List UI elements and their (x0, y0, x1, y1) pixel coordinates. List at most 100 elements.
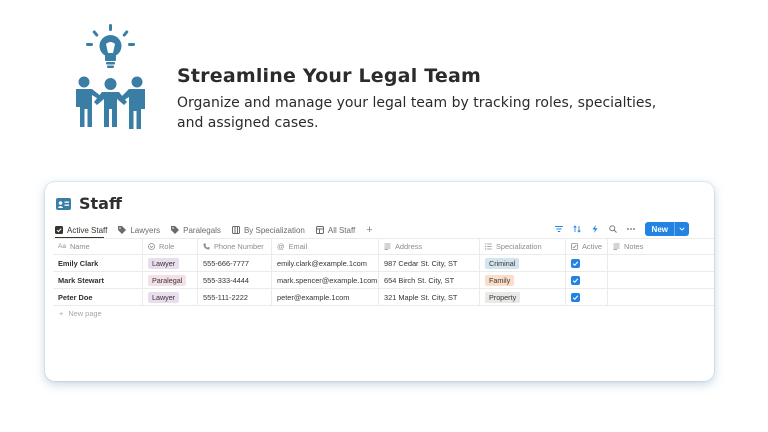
cell-address[interactable]: 321 Maple St. City, ST (379, 289, 480, 305)
new-page-label: New page (68, 309, 102, 318)
checkmark-icon (572, 260, 579, 266)
add-view-button[interactable]: + (366, 225, 372, 236)
column-label: Specialization (496, 242, 542, 251)
cell-role[interactable]: Lawyer (143, 289, 198, 305)
automation-button[interactable] (591, 225, 599, 233)
select-property-icon (148, 243, 155, 250)
cell-notes[interactable] (608, 272, 714, 288)
search-icon (608, 225, 617, 233)
sort-icon (572, 225, 581, 233)
tab-label: Active Staff (67, 225, 108, 235)
column-header-name[interactable]: Aa Name (53, 239, 143, 254)
text-lines-icon (613, 243, 620, 250)
checkmark-icon (572, 277, 579, 283)
role-tag: Lawyer (148, 291, 180, 303)
cell-name[interactable]: Emily Clark (53, 255, 143, 271)
checkbox-property-icon (571, 243, 578, 250)
role-tag: Lawyer (148, 257, 180, 269)
tab-label: Lawyers (130, 225, 161, 235)
tag-icon (171, 226, 180, 234)
tab-all-staff[interactable]: All Staff (315, 223, 356, 237)
cell-phone[interactable]: 555-666-7777 (198, 255, 272, 271)
column-label: Email (288, 242, 308, 251)
tab-label: All Staff (327, 225, 356, 235)
cell-notes[interactable] (608, 289, 714, 305)
column-header-specialization[interactable]: Specialization (480, 239, 566, 254)
column-header-email[interactable]: @ Email (272, 239, 379, 254)
sort-button[interactable] (572, 225, 581, 233)
cell-email[interactable]: mark.spencer@example.1com (272, 272, 379, 288)
cell-role[interactable]: Paralegal (143, 272, 198, 288)
role-tag: Paralegal (148, 274, 187, 286)
cell-notes[interactable] (608, 255, 714, 271)
list-icon (485, 243, 492, 250)
new-button-label: New (651, 224, 668, 234)
cell-active[interactable] (566, 255, 608, 271)
checkmark-icon (572, 294, 579, 300)
column-label: Active (582, 242, 603, 251)
column-header-active[interactable]: Active (566, 239, 608, 254)
hero-title: Streamline Your Legal Team (177, 65, 481, 87)
column-label: Address (395, 242, 423, 251)
tab-active-staff[interactable]: Active Staff (55, 223, 107, 237)
filter-button[interactable] (554, 225, 563, 233)
text-lines-icon (384, 243, 391, 250)
cell-role[interactable]: Lawyer (143, 255, 198, 271)
cell-phone[interactable]: 555-333-4444 (198, 272, 272, 288)
table-header: Aa Name Role Phone Number @ Email Addres… (53, 238, 714, 255)
table-row[interactable]: Emily Clark Lawyer 555-666-7777 emily.cl… (53, 255, 714, 272)
column-label: Name (69, 242, 90, 251)
team-idea-icon (76, 24, 145, 129)
cell-address[interactable]: 654 Birch St. City, ST (379, 272, 480, 288)
new-button[interactable]: New (644, 222, 689, 236)
tab-by-specialization[interactable]: By Specialization (231, 223, 305, 237)
lightning-icon (592, 225, 598, 233)
more-icon (626, 228, 635, 230)
cell-active[interactable] (566, 272, 608, 288)
database-card: Staff Active Staff Lawyers Paralegals By… (45, 182, 714, 381)
cell-specialization[interactable]: Criminal (480, 255, 566, 271)
tab-paralegals[interactable]: Paralegals (171, 223, 221, 237)
new-page-button[interactable]: + New page (59, 309, 102, 318)
table-row[interactable]: Mark Stewart Paralegal 555-333-4444 mark… (53, 272, 714, 289)
column-header-role[interactable]: Role (143, 239, 198, 254)
active-checkbox[interactable] (571, 292, 580, 302)
database-title-text: Staff (79, 194, 122, 213)
tab-label: By Specialization (243, 225, 305, 235)
more-button[interactable] (626, 225, 635, 233)
column-label: Phone Number (214, 242, 264, 251)
specialization-tag: Criminal (485, 257, 520, 269)
column-header-notes[interactable]: Notes (608, 239, 714, 254)
view-tabs: Active Staff Lawyers Paralegals By Speci… (55, 223, 373, 237)
new-options-button[interactable] (674, 222, 689, 236)
cell-email[interactable]: emily.clark@example.1com (272, 255, 379, 271)
column-label: Role (159, 242, 175, 251)
column-label: Notes (624, 242, 644, 251)
active-checkbox[interactable] (571, 275, 580, 285)
checkbox-icon (55, 226, 63, 234)
column-header-phone[interactable]: Phone Number (198, 239, 272, 254)
cell-active[interactable] (566, 289, 608, 305)
column-header-address[interactable]: Address (379, 239, 480, 254)
plus-icon: + (59, 309, 64, 318)
cell-name[interactable]: Mark Stewart (53, 272, 143, 288)
specialization-tag: Property (485, 291, 521, 303)
staff-table: Aa Name Role Phone Number @ Email Addres… (53, 238, 714, 306)
table-icon (315, 226, 324, 234)
search-button[interactable] (608, 225, 617, 233)
toolbar: New (554, 222, 689, 236)
board-icon (231, 226, 240, 234)
tag-icon (118, 226, 127, 234)
active-checkbox[interactable] (571, 258, 580, 268)
cell-name[interactable]: Peter Doe (53, 289, 143, 305)
cell-email[interactable]: peter@example.1com (272, 289, 379, 305)
cell-specialization[interactable]: Family (480, 272, 566, 288)
id-card-icon (56, 197, 71, 210)
cell-phone[interactable]: 555-111-2222 (198, 289, 272, 305)
chevron-down-icon (679, 227, 685, 231)
cell-address[interactable]: 987 Cedar St. City, ST (379, 255, 480, 271)
table-row[interactable]: Peter Doe Lawyer 555-111-2222 peter@exam… (53, 289, 714, 306)
cell-specialization[interactable]: Property (480, 289, 566, 305)
tab-lawyers[interactable]: Lawyers (118, 223, 160, 237)
phone-icon (203, 243, 210, 250)
